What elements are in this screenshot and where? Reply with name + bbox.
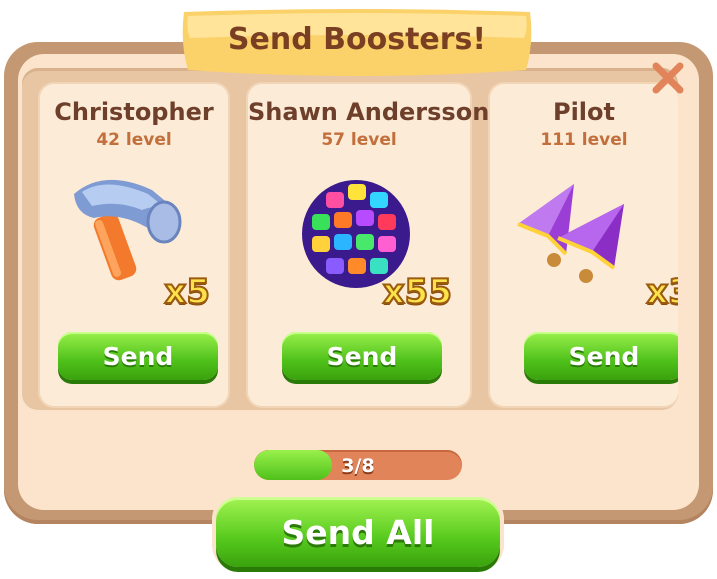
dialog-title: Send Boosters!: [227, 22, 487, 57]
recipient-card: Christopher 42 level x5 Send: [40, 84, 228, 406]
recipient-name: Pilot: [552, 98, 615, 126]
send-button[interactable]: Send: [282, 332, 442, 380]
recipient-name: Christopher: [54, 98, 214, 126]
send-all-button[interactable]: Send All: [216, 497, 500, 567]
close-icon: [652, 62, 684, 94]
paper-planes-icon: [517, 184, 624, 283]
recipient-level: 57 level: [321, 130, 397, 150]
recipients-carousel[interactable]: Christopher 42 level x5 Send Shawn Ander…: [22, 68, 678, 410]
booster-quantity: x55: [382, 271, 453, 313]
progress-track: 3/8: [254, 450, 462, 480]
recipient-name: Shawn Andersson: [248, 98, 490, 126]
booster-quantity: x5: [163, 271, 211, 313]
send-button[interactable]: Send: [58, 332, 218, 380]
progress-text: 3/8: [341, 455, 375, 477]
send-button[interactable]: Send: [524, 332, 678, 380]
close-button[interactable]: [650, 60, 686, 96]
booster-quantity: x3: [645, 271, 678, 313]
recipient-card: Pilot 111 level x3 Send: [490, 84, 678, 406]
progress-bar: 3/8: [248, 444, 468, 488]
recipient-level: 42 level: [96, 130, 172, 150]
recipient-level: 111 level: [540, 130, 628, 150]
recipient-card: Shawn Andersson 57 level x55 Send: [248, 84, 490, 406]
